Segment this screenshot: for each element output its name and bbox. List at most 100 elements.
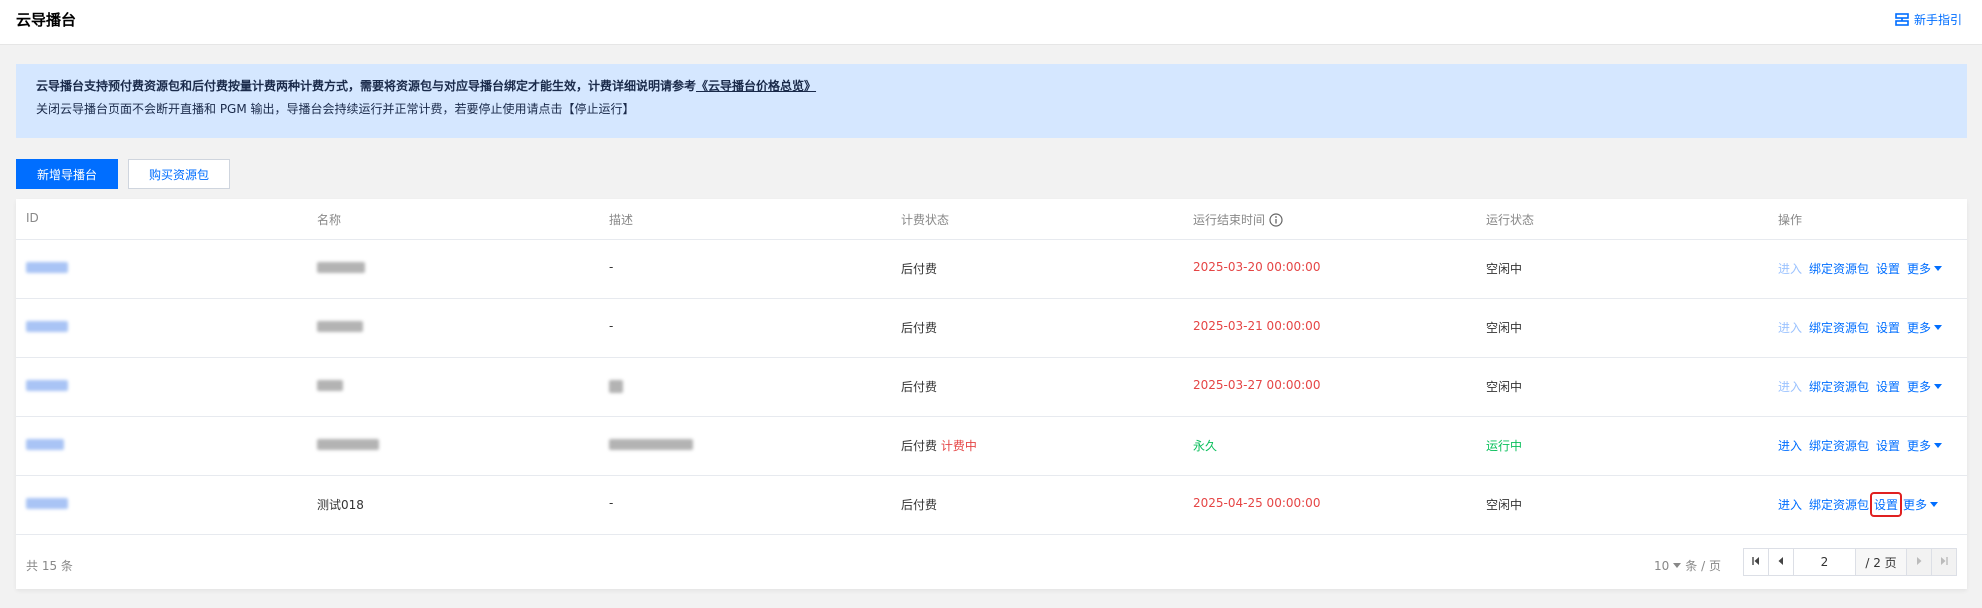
- table-row: - 后付费 2025-03-21 00:00:00 空闲中 进入 绑定资源包 设…: [16, 298, 1967, 358]
- row-desc: -: [609, 496, 614, 510]
- more-dropdown[interactable]: 更多: [1907, 319, 1943, 336]
- redacted-desc: [609, 380, 623, 393]
- enter-link[interactable]: 进入: [1778, 319, 1802, 336]
- more-dropdown[interactable]: 更多: [1907, 437, 1943, 454]
- redacted-name: [317, 321, 363, 332]
- notice-text-1: 云导播台支持预付费资源包和后付费按量计费两种计费方式，需要将资源包与对应导播台绑…: [36, 79, 697, 93]
- last-page-icon: [1939, 555, 1949, 569]
- row-billing: 后付费: [901, 380, 938, 394]
- notice-line-1: 云导播台支持预付费资源包和后付费按量计费两种计费方式，需要将资源包与对应导播台绑…: [36, 78, 1947, 94]
- buy-package-button[interactable]: 购买资源包: [128, 159, 230, 189]
- enter-link[interactable]: 进入: [1778, 260, 1802, 277]
- next-page-button[interactable]: [1907, 549, 1932, 575]
- more-label: 更多: [1907, 380, 1932, 394]
- table-header: ID 名称 描述 计费状态 运行结束时间 运行状态 操作: [16, 199, 1967, 240]
- more-dropdown[interactable]: 更多: [1907, 260, 1943, 277]
- row-actions: 进入 绑定资源包 设置 更多: [1778, 319, 1943, 336]
- enter-link[interactable]: 进入: [1778, 437, 1802, 454]
- more-label: 更多: [1907, 321, 1932, 335]
- table-row: 测试018 - 后付费 2025-04-25 00:00:00 空闲中 进入 绑…: [16, 475, 1967, 535]
- row-name: [317, 319, 363, 335]
- chevron-down-icon: [1930, 502, 1939, 507]
- enter-link[interactable]: 进入: [1778, 496, 1802, 513]
- header-billing: 计费状态: [901, 213, 950, 227]
- next-page-icon: [1914, 555, 1924, 569]
- header-name: 名称: [317, 213, 342, 227]
- guide-link[interactable]: 新手指引: [1895, 11, 1962, 28]
- chevron-down-icon: [1934, 325, 1943, 330]
- page-number-input[interactable]: [1794, 549, 1856, 575]
- settings-link[interactable]: 设置: [1876, 378, 1900, 395]
- row-run-status: 空闲中: [1486, 321, 1523, 335]
- row-desc: -: [609, 319, 614, 333]
- more-dropdown[interactable]: 更多: [1903, 496, 1939, 513]
- enter-link[interactable]: 进入: [1778, 378, 1802, 395]
- redacted-desc: [609, 439, 693, 450]
- guide-label: 新手指引: [1913, 13, 1962, 27]
- row-id: [26, 378, 68, 394]
- bind-package-link[interactable]: 绑定资源包: [1809, 496, 1869, 513]
- redacted-id: [26, 439, 64, 450]
- billing-label: 后付费: [901, 439, 938, 453]
- row-end-time: 2025-03-21 00:00:00: [1193, 319, 1321, 333]
- total-pages: / 2 页: [1856, 549, 1907, 575]
- notice-banner: 云导播台支持预付费资源包和后付费按量计费两种计费方式，需要将资源包与对应导播台绑…: [16, 64, 1967, 138]
- row-end-time: 2025-03-27 00:00:00: [1193, 378, 1321, 392]
- bind-package-link[interactable]: 绑定资源包: [1809, 319, 1869, 336]
- header-desc: 描述: [609, 213, 634, 227]
- bind-package-link[interactable]: 绑定资源包: [1809, 378, 1869, 395]
- last-page-button[interactable]: [1932, 549, 1956, 575]
- settings-link[interactable]: 设置: [1876, 260, 1900, 277]
- page-size-value: 10: [1654, 558, 1670, 573]
- bind-package-link[interactable]: 绑定资源包: [1809, 260, 1869, 277]
- redacted-id: [26, 380, 68, 391]
- total-count: 共 15 条: [26, 559, 73, 573]
- row-billing: 后付费: [901, 498, 938, 512]
- row-billing: 后付费: [901, 262, 938, 276]
- more-label: 更多: [1907, 439, 1932, 453]
- switcher-table: ID 名称 描述 计费状态 运行结束时间 运行状态 操作 - 后付费 2025-…: [16, 199, 1967, 589]
- table-row: - 后付费 2025-03-20 00:00:00 空闲中 进入 绑定资源包 设…: [16, 239, 1967, 299]
- more-dropdown[interactable]: 更多: [1907, 378, 1943, 395]
- row-run-status: 空闲中: [1486, 498, 1523, 512]
- header-actions: 操作: [1778, 213, 1803, 227]
- row-actions: 进入 绑定资源包 设置 更多: [1778, 260, 1943, 277]
- create-switcher-button[interactable]: 新增导播台: [16, 159, 118, 189]
- header-end-time: 运行结束时间: [1193, 211, 1283, 228]
- row-end-time: 2025-03-20 00:00:00: [1193, 260, 1321, 274]
- row-run-status: 空闲中: [1486, 380, 1523, 394]
- row-id: [26, 437, 64, 453]
- settings-link[interactable]: 设置: [1876, 437, 1900, 454]
- table-row: 后付费 2025-03-27 00:00:00 空闲中 进入 绑定资源包 设置 …: [16, 357, 1967, 417]
- row-end-time: 永久: [1193, 439, 1218, 453]
- chevron-down-icon: [1673, 563, 1682, 568]
- row-name: [317, 437, 379, 453]
- settings-link[interactable]: 设置: [1870, 492, 1903, 517]
- row-run-status: 运行中: [1486, 439, 1523, 453]
- prev-page-button[interactable]: [1769, 549, 1794, 575]
- first-page-button[interactable]: [1744, 549, 1769, 575]
- redacted-id: [26, 321, 68, 332]
- row-actions: 进入 绑定资源包 设置 更多: [1778, 492, 1939, 517]
- price-overview-link[interactable]: 《云导播台价格总览》: [696, 79, 816, 93]
- row-end-time: 2025-04-25 00:00:00: [1193, 496, 1321, 510]
- page-size-select[interactable]: 10 条 / 页: [1654, 557, 1721, 574]
- redacted-name: [317, 439, 379, 450]
- redacted-id: [26, 498, 68, 509]
- settings-link[interactable]: 设置: [1876, 319, 1900, 336]
- row-billing: 后付费: [901, 321, 938, 335]
- bind-package-link[interactable]: 绑定资源包: [1809, 437, 1869, 454]
- notice-line-2: 关闭云导播台页面不会断开直播和 PGM 输出，导播台会持续运行并正常计费，若要停…: [36, 102, 635, 116]
- header-id: ID: [26, 211, 39, 225]
- row-billing: 后付费 计费中: [901, 437, 977, 454]
- row-desc: -: [609, 260, 614, 274]
- first-page-icon: [1751, 555, 1761, 569]
- row-id: [26, 260, 68, 276]
- more-label: 更多: [1907, 262, 1932, 276]
- info-icon[interactable]: [1269, 212, 1283, 227]
- guide-icon: [1895, 12, 1909, 27]
- page-size-unit: 条 / 页: [1685, 559, 1721, 573]
- row-name: [317, 260, 365, 276]
- redacted-id: [26, 262, 68, 273]
- more-label: 更多: [1903, 498, 1928, 512]
